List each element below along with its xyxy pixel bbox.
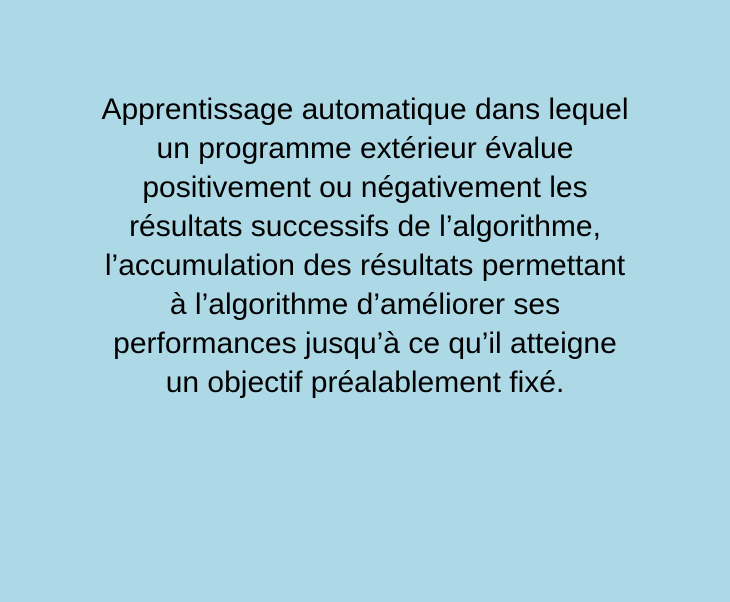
definition-line: Apprentissage automatique dans lequel xyxy=(101,93,629,126)
definition-text: Apprentissage automatique dans lequel un… xyxy=(40,90,690,402)
definition-line: un programme extérieur évalue xyxy=(156,132,574,165)
definition-line: un objectif préalablement fixé. xyxy=(165,366,565,399)
flashcard: Apprentissage automatique dans lequel un… xyxy=(0,0,730,602)
definition-line: résultats successifs de l’algorithme, xyxy=(129,210,601,243)
definition-line: positivement ou négativement les xyxy=(142,171,588,204)
definition-line: l’accumulation des résultats permettant xyxy=(104,249,626,282)
definition-line: à l’algorithme d’améliorer ses xyxy=(169,288,561,321)
definition-line: performances jusqu’à ce qu’il atteigne xyxy=(113,327,617,360)
